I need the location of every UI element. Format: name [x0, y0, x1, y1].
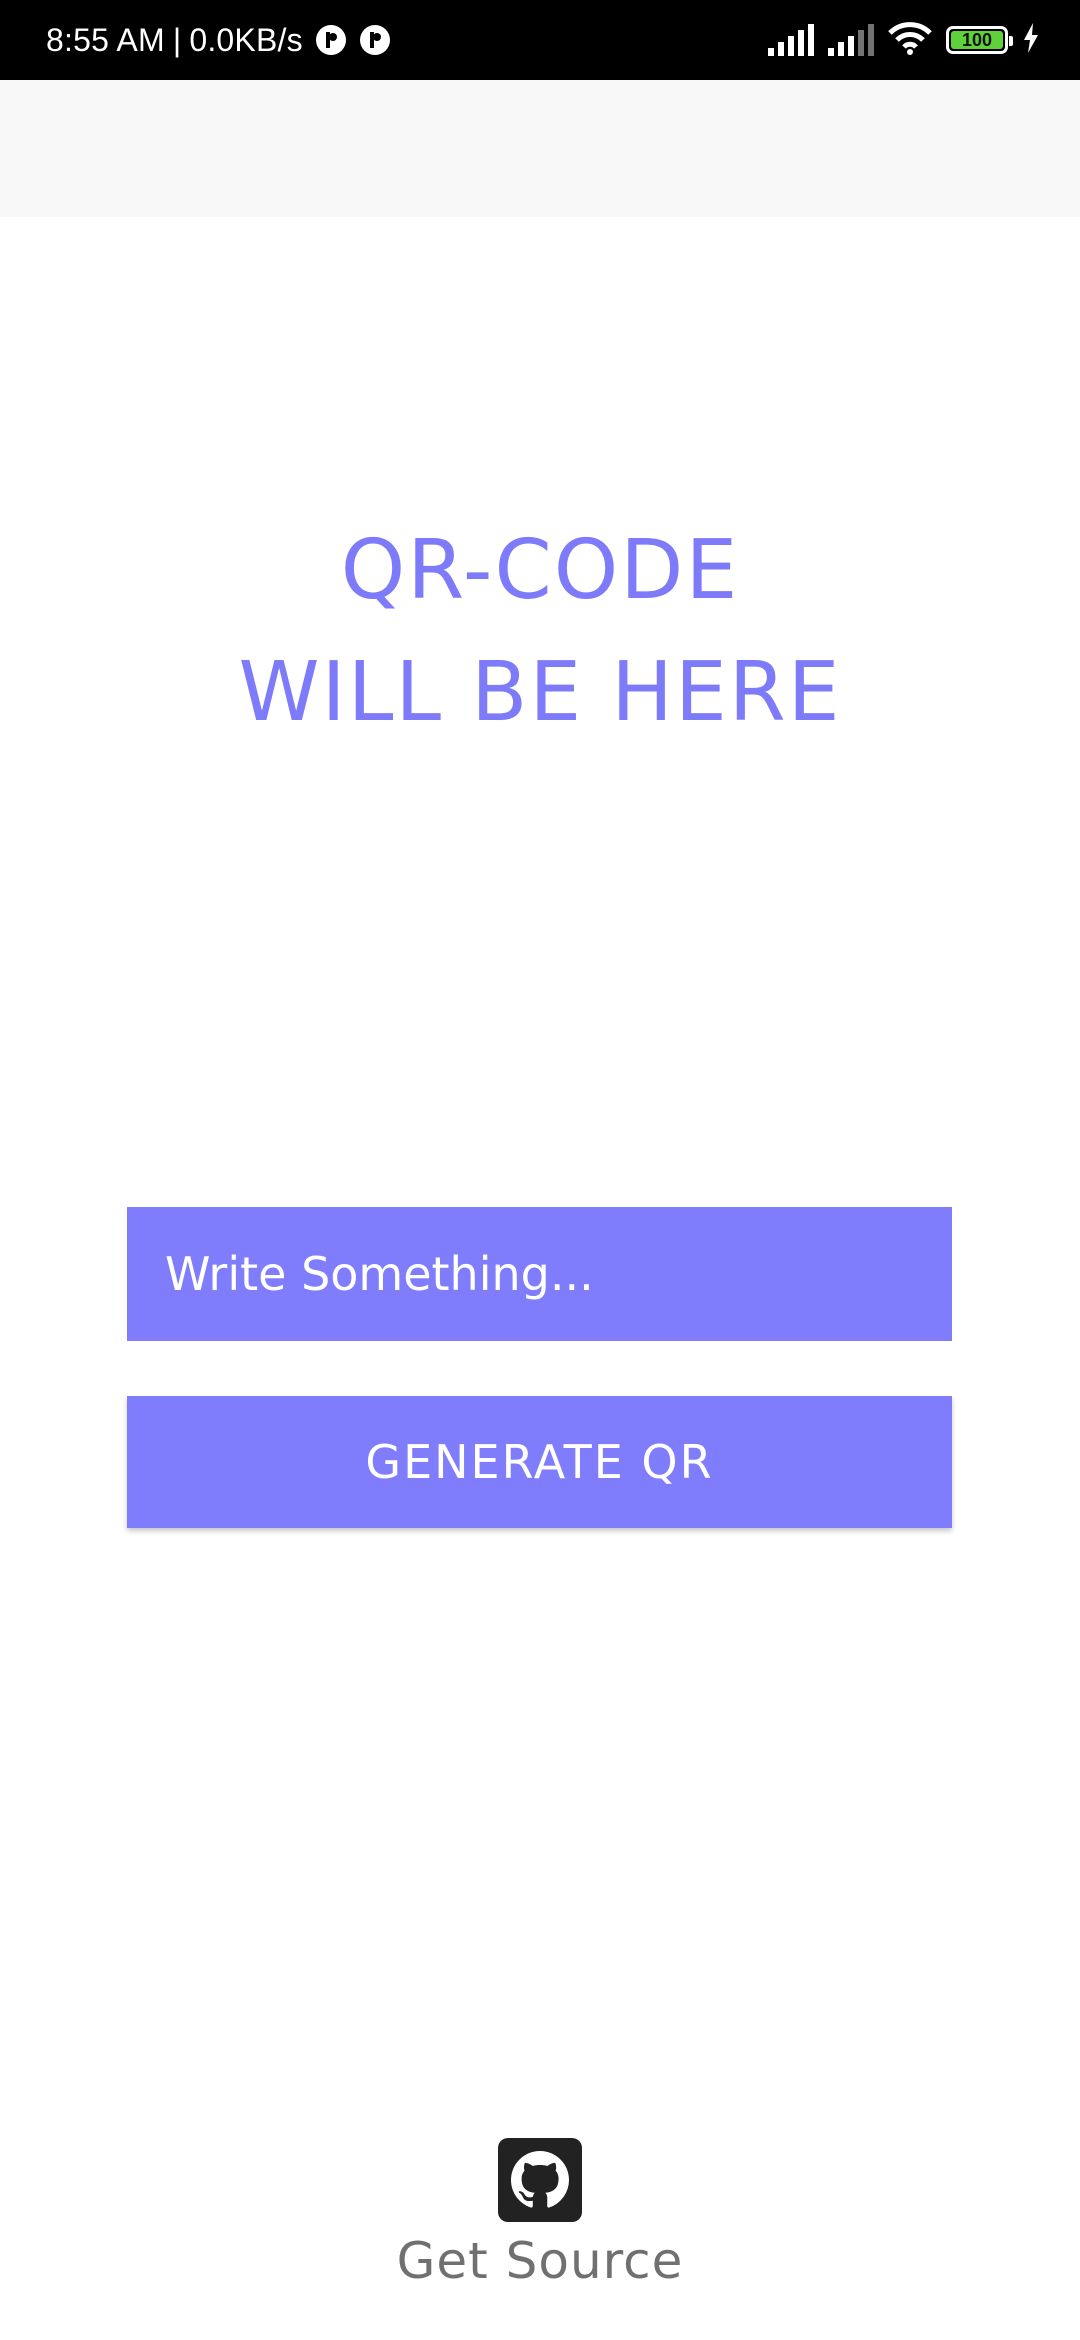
- get-source-link[interactable]: Get Source: [0, 2232, 1080, 2290]
- signal-icon: [828, 24, 874, 56]
- status-right: 100: [768, 0, 1040, 80]
- github-icon[interactable]: [498, 2138, 582, 2222]
- text-input[interactable]: [127, 1207, 952, 1341]
- notification-icon: [315, 24, 347, 56]
- notification-icon: [359, 24, 391, 56]
- status-left: 8:55 AM | 0.0KB/s: [46, 0, 391, 80]
- wifi-icon: [888, 21, 932, 60]
- charging-icon: [1022, 22, 1040, 58]
- generate-qr-button[interactable]: GENERATE QR: [127, 1396, 952, 1528]
- qr-placeholder: QR-CODE WILL BE HERE: [0, 510, 1080, 754]
- battery-icon: 100: [946, 26, 1013, 54]
- status-separator: |: [172, 21, 182, 58]
- signal-icon: [768, 24, 814, 56]
- qr-placeholder-line2: WILL BE HERE: [238, 645, 842, 740]
- qr-placeholder-line1: QR-CODE: [340, 523, 740, 618]
- network-speed: 0.0KB/s: [189, 21, 303, 58]
- app-bar: [0, 80, 1080, 217]
- status-time: 8:55 AM: [46, 21, 165, 58]
- status-bar: 8:55 AM | 0.0KB/s 100: [0, 0, 1080, 80]
- generate-qr-label: GENERATE QR: [365, 1435, 714, 1489]
- battery-level: 100: [961, 29, 993, 50]
